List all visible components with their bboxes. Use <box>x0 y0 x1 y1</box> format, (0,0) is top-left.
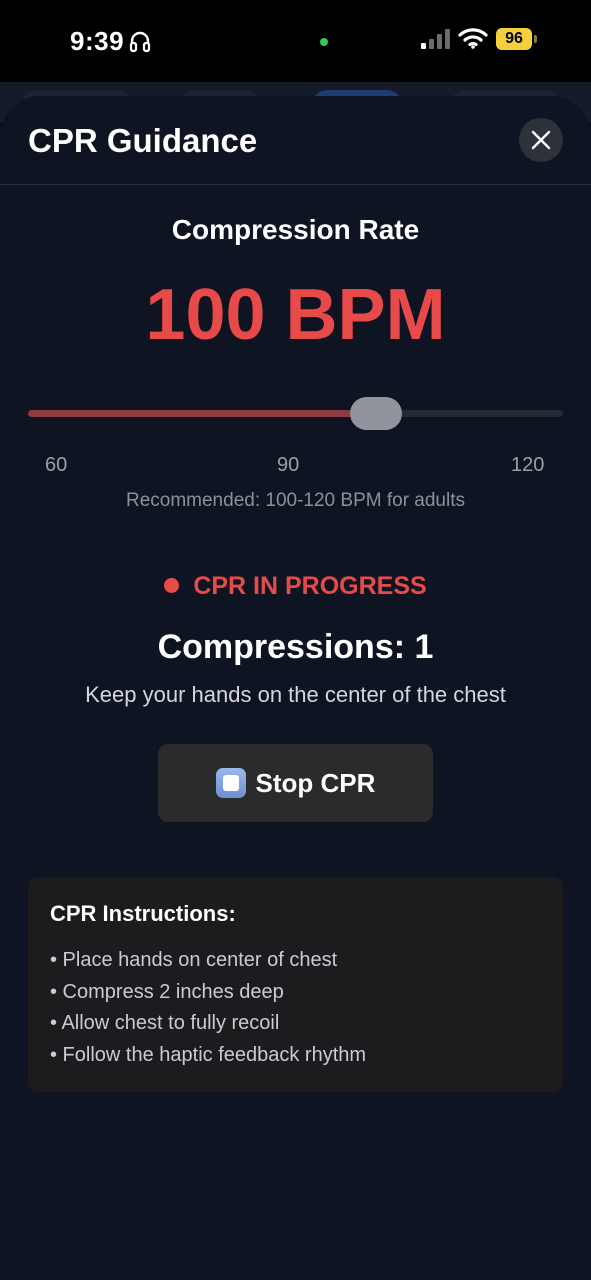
battery-level: 96 <box>505 30 523 47</box>
cpr-status-label: CPR IN PROGRESS <box>193 572 427 600</box>
instruction-item: • Follow the haptic feedback rhythm <box>50 1043 367 1066</box>
camera-indicator <box>320 38 328 46</box>
compressions-count: Compressions: 1 <box>157 628 434 666</box>
slider-thumb[interactable] <box>350 397 402 430</box>
screen: 9:39 96 CPR Guidance Compression Rate 10… <box>0 0 591 1280</box>
cpr-guidance-sheet: CPR Guidance Compression Rate 100 BPM 60… <box>0 96 591 1280</box>
compression-rate-slider[interactable] <box>28 396 563 432</box>
recommendation-text: Recommended: 100-120 BPM for adults <box>125 490 465 511</box>
signal-icon <box>421 29 450 49</box>
close-button[interactable] <box>519 118 563 162</box>
battery-tip <box>534 35 537 43</box>
stop-cpr-button[interactable]: Stop CPR <box>158 744 433 822</box>
instructions-list: • Place hands on center of chest • Compr… <box>50 945 366 1071</box>
slider-tick-max: 120 <box>511 454 545 476</box>
bpm-value: 100 BPM <box>145 275 446 355</box>
headphones-icon <box>129 31 151 53</box>
hand-placement-hint: Keep your hands on the center of the che… <box>85 682 506 707</box>
stop-icon <box>215 768 246 798</box>
compression-rate-heading: Compression Rate <box>171 214 420 245</box>
slider-fill <box>28 410 376 417</box>
battery-icon: 96 <box>496 28 532 50</box>
slider-tick-min: 60 <box>45 454 68 476</box>
header-divider <box>0 184 591 185</box>
close-icon <box>531 130 551 150</box>
instruction-item: • Allow chest to fully recoil <box>50 1012 280 1034</box>
wifi-icon <box>458 28 488 49</box>
slider-tick-mid: 90 <box>277 454 300 476</box>
instruction-item: • Place hands on center of chest <box>50 949 338 971</box>
instructions-title: CPR Instructions: <box>50 901 236 926</box>
cpr-status: CPR IN PROGRESS <box>0 572 591 601</box>
stop-cpr-label: Stop CPR <box>255 767 376 798</box>
dynamic-island <box>210 12 380 66</box>
status-time: 9:39 <box>70 26 125 56</box>
instructions-card: CPR Instructions: • Place hands on cente… <box>28 877 563 1092</box>
status-dot-icon <box>164 578 180 593</box>
instruction-item: • Compress 2 inches deep <box>50 980 284 1003</box>
sheet-title: CPR Guidance <box>28 122 258 159</box>
status-bar: 9:39 96 <box>0 0 591 82</box>
stop-icon-square <box>222 775 239 791</box>
